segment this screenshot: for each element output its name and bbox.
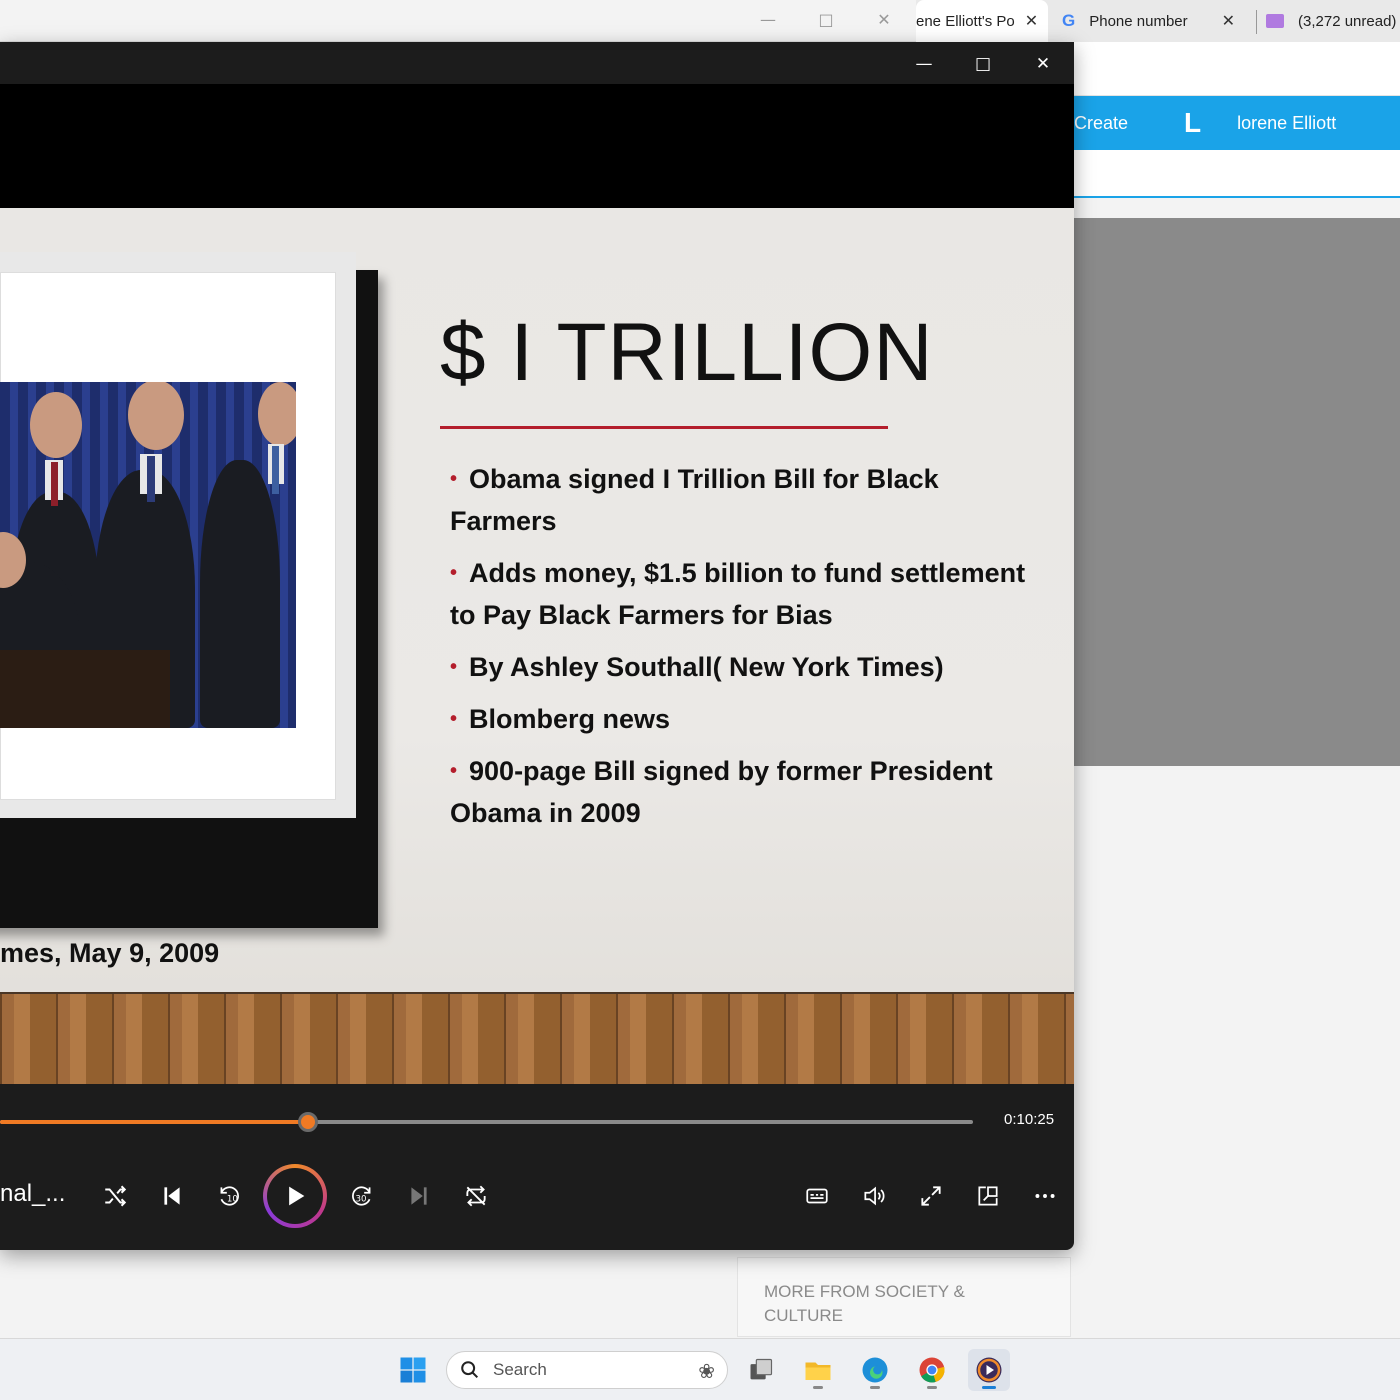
fullscreen-icon[interactable]: [911, 1176, 951, 1216]
seek-thumb[interactable]: [298, 1112, 319, 1132]
repeat-off-icon[interactable]: [456, 1176, 496, 1216]
rewind-10-icon[interactable]: 10: [209, 1176, 249, 1216]
play-icon: [267, 1168, 323, 1224]
media-player-taskbar-icon[interactable]: [968, 1349, 1010, 1391]
windows-start-icon[interactable]: [392, 1349, 434, 1391]
seek-bar[interactable]: [0, 1112, 973, 1132]
bullet-item: • Adds money, $1.5 billion to fund settle…: [450, 558, 1026, 630]
user-name-link[interactable]: lorene Elliott: [1237, 113, 1336, 134]
bullet-item: • Obama signed I Trillion Bill for Black …: [450, 464, 939, 536]
svg-text:10: 10: [227, 1194, 238, 1204]
search-placeholder: Search: [493, 1360, 547, 1379]
browser-tab-elliott[interactable]: ene Elliott's Po ✕: [916, 0, 1048, 42]
search-icon: [461, 1361, 479, 1379]
minimize-icon[interactable]: —: [752, 6, 784, 34]
taskbar-search-input[interactable]: Search ❀: [446, 1351, 728, 1389]
site-navbar: Create L lorene Elliott: [1074, 96, 1400, 150]
player-titlebar: — □ ✕: [0, 42, 1074, 84]
tab-label: (3,272 unread): [1298, 12, 1397, 30]
google-icon: G: [1062, 11, 1076, 30]
title-underline: [440, 426, 888, 429]
task-view-icon[interactable]: [740, 1349, 782, 1391]
minimize-icon[interactable]: —: [904, 50, 944, 78]
next-icon[interactable]: [399, 1176, 439, 1216]
play-button[interactable]: [263, 1164, 327, 1228]
previous-icon[interactable]: [152, 1176, 192, 1216]
tab-label: Phone number: [1089, 12, 1188, 30]
shuffle-icon[interactable]: [95, 1176, 135, 1216]
search-highlight-icon: ❀: [698, 1361, 715, 1383]
seek-progress: [0, 1120, 309, 1124]
presentation-slide: $ I TRILLION • Obama signed I Trillion Bi…: [0, 208, 1074, 1084]
media-placeholder-panel: [1074, 218, 1400, 766]
background-window-titlebar: — □ ✕: [0, 0, 916, 42]
create-link[interactable]: Create: [1074, 113, 1128, 134]
tab-close-icon[interactable]: ✕: [1222, 11, 1235, 31]
slide-bullet-list: • Obama signed I Trillion Bill for Black …: [450, 458, 1050, 844]
forward-30-icon[interactable]: 30: [342, 1176, 382, 1216]
edge-browser-icon[interactable]: [854, 1349, 896, 1391]
browser-tab-phone-number[interactable]: G Phone number ✕: [1062, 0, 1248, 42]
maximize-icon[interactable]: □: [963, 50, 1003, 78]
more-from-section-heading[interactable]: MORE FROM SOCIETY & CULTURE: [737, 1257, 1071, 1337]
bill-signing-photo: [0, 382, 296, 728]
tab-divider: [1256, 10, 1257, 34]
mail-icon: [1266, 14, 1284, 28]
desk: [0, 650, 170, 728]
slide-title: $ I TRILLION: [440, 307, 934, 398]
browser-toolbar: [1074, 42, 1400, 96]
tab-label: ene Elliott's Po: [916, 12, 1015, 30]
tab-close-icon[interactable]: ✕: [1025, 11, 1038, 31]
bullet-item: • 900-page Bill signed by former Presiden…: [450, 756, 993, 828]
wood-floor: [0, 992, 1074, 1084]
photo-caption: mes, May 9, 2009: [0, 938, 220, 968]
volume-icon[interactable]: [854, 1176, 894, 1216]
close-icon[interactable]: ✕: [1023, 50, 1063, 78]
site-subnav: [1074, 150, 1400, 198]
video-viewport[interactable]: $ I TRILLION • Obama signed I Trillion Bi…: [0, 84, 1074, 1084]
media-title: nal_...: [0, 1180, 66, 1207]
media-player-window: — □ ✕ $ I TRILLION • Obama signed I Tril…: [0, 42, 1074, 1250]
bullet-item: • By Ashley Southall( New York Times): [450, 652, 944, 682]
svg-text:30: 30: [356, 1194, 367, 1204]
duration-label: 0:10:25: [1004, 1111, 1055, 1128]
close-icon[interactable]: ✕: [868, 6, 900, 34]
browser-tab-mail[interactable]: (3,272 unread): [1266, 0, 1400, 42]
mini-player-icon[interactable]: [968, 1176, 1008, 1216]
chrome-browser-icon[interactable]: [911, 1349, 953, 1391]
taskbar: Search ❀: [0, 1338, 1400, 1400]
bullet-item: • Blomberg news: [450, 704, 671, 734]
captions-icon[interactable]: [797, 1176, 837, 1216]
maximize-icon[interactable]: □: [810, 6, 842, 34]
user-logo-icon: L: [1184, 107, 1202, 138]
more-options-icon[interactable]: [1025, 1176, 1065, 1216]
file-explorer-icon[interactable]: [797, 1349, 839, 1391]
